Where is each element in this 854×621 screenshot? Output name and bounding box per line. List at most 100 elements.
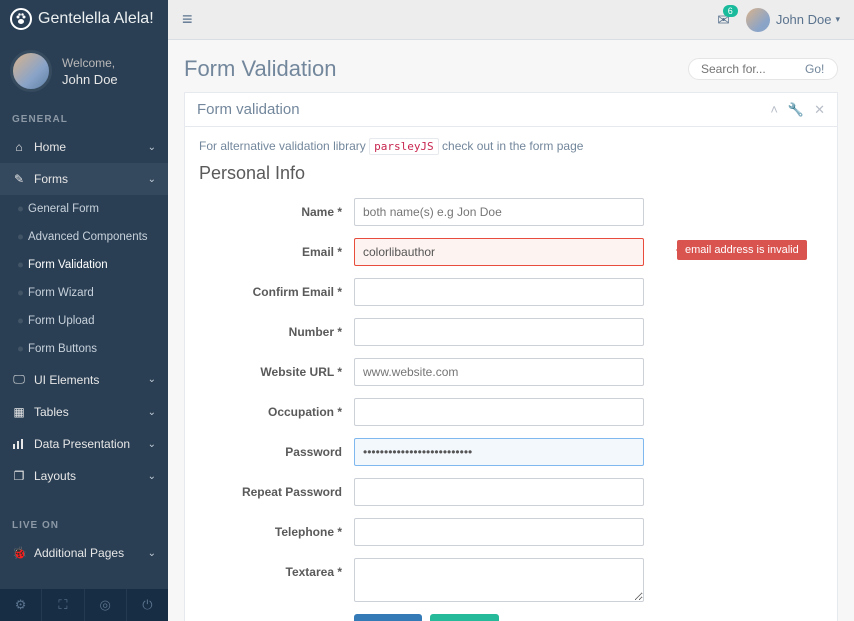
menu-section-liveon: LIVE ON [0,514,168,537]
confirm-email-input[interactable] [354,278,644,306]
textarea-input[interactable] [354,558,644,602]
logout-button[interactable]: ⏻ [126,589,168,621]
user-menu[interactable]: John Doe ▾ [746,8,840,32]
menu-toggle-button[interactable]: ≡ [182,9,193,30]
note-text: For alternative validation library [199,139,369,153]
field-name: Name * [199,198,823,226]
eye-icon: ◎ [99,597,110,613]
field-occupation: Occupation * [199,398,823,426]
panel-header: Form validation ˄ 🔧 ✕ [185,93,837,127]
email-label: Email * [199,238,354,259]
page-title-row: Form Validation Go! [184,50,838,92]
occupation-label: Occupation * [199,398,354,419]
password-input[interactable] [354,438,644,466]
number-input[interactable] [354,318,644,346]
email-error-tooltip: email address is invalid [677,240,807,260]
chevron-down-icon: ⌄ [148,142,156,153]
chevron-down-icon: ⌄ [148,174,156,185]
brand-text: Gentelella Alela! [38,10,154,28]
panel-body: For alternative validation library parsl… [185,127,837,621]
sidebar-item-label: Home [34,140,66,154]
section-heading: Personal Info [199,163,823,184]
note-text: check out in the form page [439,139,584,153]
sidebar-item-layouts[interactable]: ❐ Layouts ⌄ [0,460,168,492]
collapse-button[interactable]: ˄ [770,102,778,118]
parsley-link[interactable]: parsleyJS [369,138,439,155]
settings-button[interactable]: 🔧 [788,102,804,118]
sidebar-item-home[interactable]: ⌂ Home ⌄ [0,131,168,163]
sidebar-item-form-buttons[interactable]: Form Buttons [0,335,168,363]
chevron-down-icon: ▾ [835,14,840,25]
menu-section-general: GENERAL [0,108,168,131]
submit-button[interactable]: Submit [430,614,498,621]
email-input[interactable] [354,238,644,266]
sidebar-item-label: Form Wizard [28,287,94,299]
sidebar-item-label: Layouts [34,469,76,483]
brand[interactable]: Gentelella Alela! [0,0,168,36]
sidebar-item-data-presentation[interactable]: Data Presentation ⌄ [0,428,168,460]
chevron-up-icon: ˄ [770,102,778,117]
field-email: Email * email address is invalid [199,238,823,266]
wrench-icon: 🔧 [788,102,804,117]
avatar [746,8,770,32]
sidebar-item-label: Data Presentation [34,437,130,451]
close-button[interactable]: ✕ [814,102,825,118]
search-go-button[interactable]: Go! [805,62,824,76]
chevron-down-icon: ⌄ [148,407,156,418]
field-telephone: Telephone * [199,518,823,546]
name-input[interactable] [354,198,644,226]
sidebar-item-additional-pages[interactable]: 🐞Additional Pages ⌄ [0,537,168,569]
textarea-label: Textarea * [199,558,354,579]
sidebar-profile: Welcome, John Doe [0,36,168,108]
bar-chart-icon [12,438,26,450]
home-icon: ⌂ [12,140,26,154]
sidebar-item-ui-elements[interactable]: 🖵UI Elements ⌄ [0,363,168,396]
chevron-down-icon: ⌄ [148,548,156,559]
field-password: Password [199,438,823,466]
desktop-icon: 🖵 [12,372,26,387]
sidebar: Gentelella Alela! Welcome, John Doe GENE… [0,0,168,621]
bars-icon: ≡ [182,9,193,29]
sidebar-item-form-upload[interactable]: Form Upload [0,307,168,335]
settings-button[interactable]: ⚙ [0,589,41,621]
edit-icon: ✎ [12,172,26,186]
form-validation-panel: Form validation ˄ 🔧 ✕ For alternative va… [184,92,838,621]
sidebar-item-label: Additional Pages [34,546,124,560]
topnav: ≡ ✉ 6 John Doe ▾ [168,0,854,40]
cancel-button[interactable]: Cancel [354,614,422,621]
lock-button[interactable]: ◎ [84,589,126,621]
sidebar-item-form-validation[interactable]: Form Validation [0,251,168,279]
gear-icon: ⚙ [15,597,27,613]
search-box: Go! [688,58,838,80]
chevron-down-icon: ⌄ [148,471,156,482]
repeat-password-input[interactable] [354,478,644,506]
telephone-input[interactable] [354,518,644,546]
sidebar-item-form-wizard[interactable]: Form Wizard [0,279,168,307]
sidebar-item-tables[interactable]: ▦Tables ⌄ [0,396,168,428]
sidebar-item-general-form[interactable]: General Form [0,195,168,223]
chevron-down-icon: ⌄ [148,439,156,450]
welcome-text: Welcome, [62,56,118,70]
occupation-input[interactable] [354,398,644,426]
sidebar-item-advanced-components[interactable]: Advanced Components [0,223,168,251]
profile-name: John Doe [62,72,118,87]
panel-title: Form validation [197,101,300,118]
confirm-email-label: Confirm Email * [199,278,354,299]
clone-icon: ❐ [12,469,26,483]
sidebar-item-forms[interactable]: ✎ Forms ⌄ [0,163,168,195]
field-textarea: Textarea * [199,558,823,602]
field-repeat-password: Repeat Password [199,478,823,506]
page-title: Form Validation [184,56,336,82]
website-input[interactable] [354,358,644,386]
notifications-button[interactable]: ✉ 6 [717,11,730,29]
library-note: For alternative validation library parsl… [199,139,823,153]
fullscreen-button[interactable]: ⛶ [41,589,83,621]
sidebar-item-label: Forms [34,172,68,186]
search-input[interactable] [701,62,801,76]
field-number: Number * [199,318,823,346]
field-website: Website URL * [199,358,823,386]
sidebar-item-label: Form Validation [28,259,108,271]
paw-icon [10,8,32,30]
panel-tools: ˄ 🔧 ✕ [770,102,825,118]
name-label: Name * [199,198,354,219]
